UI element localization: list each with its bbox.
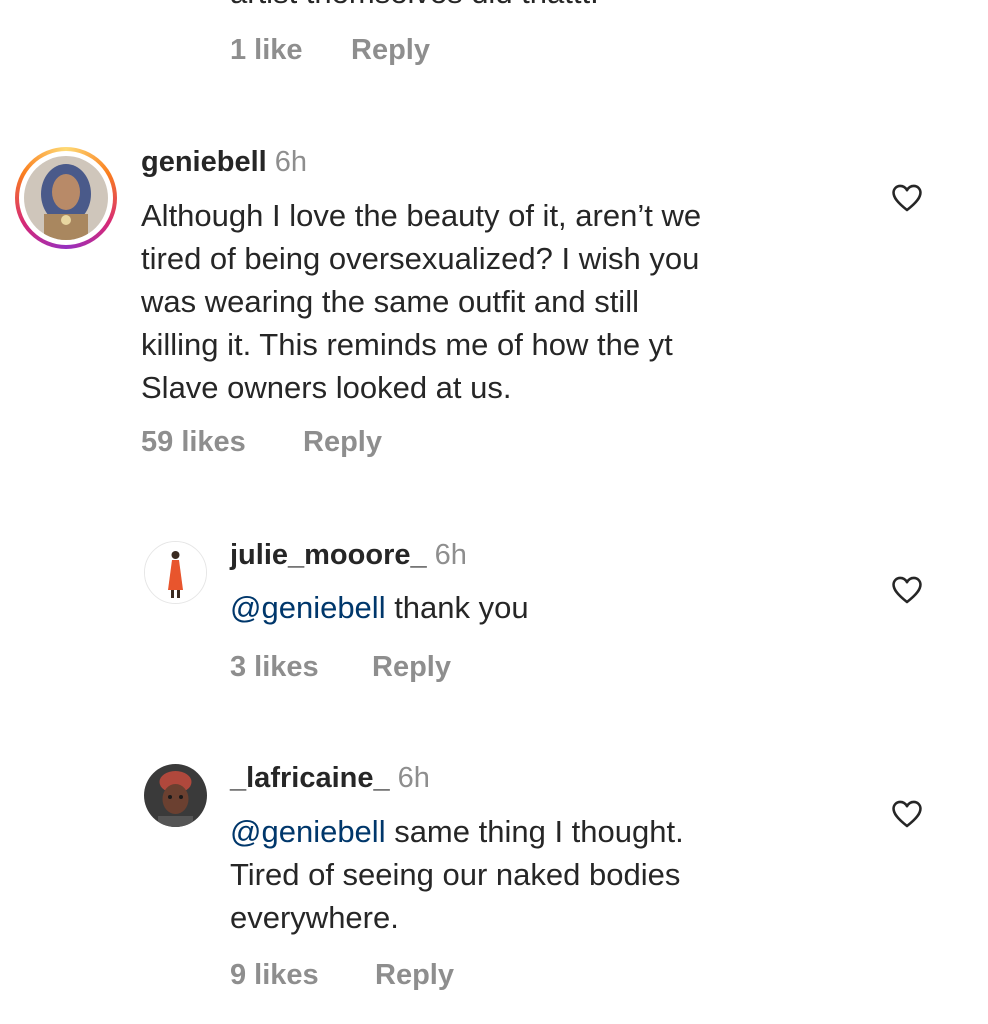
comment-line: same thing I thought. [385, 814, 684, 849]
profile-photo-icon [145, 542, 206, 603]
timestamp: 6h [397, 762, 430, 794]
avatar[interactable] [144, 541, 207, 604]
comment-text: @geniebell same thing I thought. Tired o… [230, 810, 684, 939]
like-count: 1 like [230, 34, 303, 66]
comment-text: @geniebell thank you [230, 586, 529, 629]
timestamp: 6h [274, 146, 307, 178]
username-link[interactable]: geniebell [141, 146, 267, 178]
comment-text: Although I love the beauty of it, aren’t… [141, 194, 701, 409]
truncated-comment-text: artist themselves did thattt. [230, 0, 599, 12]
username-link[interactable]: _lafricaine_ [230, 762, 390, 794]
username-link[interactable]: julie_mooore_ [230, 539, 427, 571]
mention-link[interactable]: @geniebell [230, 590, 386, 625]
comment-header: geniebell 6h [141, 146, 307, 179]
comment-header: _lafricaine_ 6h [230, 762, 430, 795]
reply-button[interactable]: Reply [372, 651, 451, 684]
reply-button[interactable]: Reply [351, 34, 430, 67]
profile-photo-icon [144, 764, 207, 827]
mention-link[interactable]: @geniebell [230, 814, 386, 849]
heart-outline-icon[interactable] [890, 573, 924, 612]
comment-line: Although I love the beauty of it, aren’t… [141, 198, 702, 233]
reply-button[interactable]: Reply [303, 426, 382, 459]
like-count: 3 likes [230, 651, 319, 683]
comment-line: tired of being oversexualized? I wish yo… [141, 241, 700, 276]
heart-outline-icon[interactable] [890, 797, 924, 836]
profile-photo-icon [24, 156, 108, 240]
avatar[interactable] [144, 764, 207, 827]
comment-line: everywhere. [230, 900, 399, 935]
comment-line: Slave owners looked at us. [141, 370, 512, 405]
comment-line: Tired of seeing our naked bodies [230, 857, 681, 892]
heart-outline-icon[interactable] [890, 181, 924, 220]
comment-line: killing it. This reminds me of how the y… [141, 327, 673, 362]
like-count: 9 likes [230, 959, 319, 991]
reply-button[interactable]: Reply [375, 959, 454, 992]
comment-header: julie_mooore_ 6h [230, 539, 467, 572]
like-count: 59 likes [141, 426, 246, 458]
timestamp: 6h [434, 539, 467, 571]
comment-line: was wearing the same outfit and still [141, 284, 639, 319]
comment-line: thank you [385, 590, 529, 625]
avatar[interactable] [15, 147, 117, 249]
